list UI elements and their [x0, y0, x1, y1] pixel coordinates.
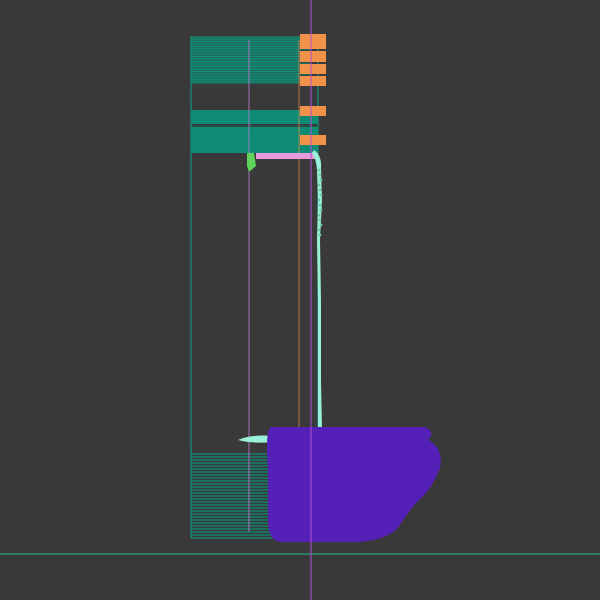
mint-stream-bubble: [318, 188, 322, 192]
mint-stream-bubble: [318, 173, 322, 177]
green-marker: [247, 153, 256, 172]
purple-mass-shape: [267, 427, 441, 542]
orange-block: [300, 106, 326, 116]
mint-stream-bubble: [318, 203, 322, 207]
mint-stream-bubble: [317, 198, 321, 202]
mint-stream-bubble: [319, 193, 323, 197]
mint-stream-bubble: [317, 183, 321, 187]
purple-mass: [267, 427, 441, 542]
mint-vertical-stream: [238, 150, 323, 443]
green-marker-shape: [247, 153, 256, 172]
mint-stream-body: [312, 150, 322, 428]
pink-horizontal-bar: [256, 153, 318, 159]
mint-stream-bubble: [317, 228, 321, 232]
mint-stream-bubble: [318, 233, 322, 237]
mint-stream-bubble: [317, 168, 321, 172]
orange-block: [300, 34, 326, 49]
mint-stream-bubble: [319, 178, 323, 182]
pink-bar: [256, 153, 318, 159]
mint-stream-bubble: [317, 213, 321, 217]
mint-stream-bubble: [318, 218, 322, 222]
teal-upper-band: [191, 38, 310, 84]
orange-block: [300, 135, 326, 145]
orange-block: [300, 64, 326, 74]
scene-svg: [0, 0, 600, 600]
mint-stream-bubble: [319, 223, 323, 227]
orange-block: [300, 51, 326, 62]
orange-block: [300, 76, 326, 86]
viewport-canvas[interactable]: [0, 0, 600, 600]
mint-stream-bubble: [319, 208, 323, 212]
